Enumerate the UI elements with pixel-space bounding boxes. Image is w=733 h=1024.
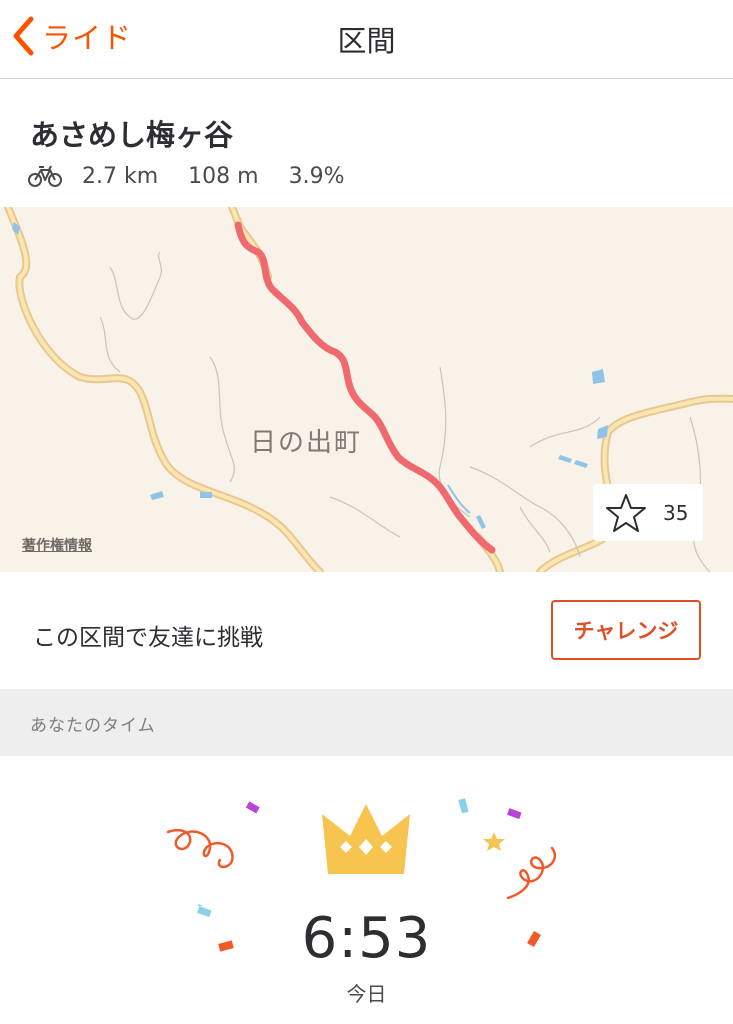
bike-icon (28, 165, 62, 187)
star-outline-icon (606, 493, 646, 532)
map-town-label: 日の出町 (250, 428, 363, 458)
challenge-button[interactable]: チャレンジ (551, 600, 701, 660)
personal-record-panel: 6:53 今日 (0, 756, 733, 1024)
segment-map[interactable]: 日の出町 著作権情報 35 (0, 207, 733, 572)
section-header-label: あなたのタイム (30, 716, 156, 736)
map-attribution-link[interactable]: 著作権情報 (22, 535, 92, 555)
challenge-row: この区間で友達に挑戦 チャレンジ (0, 572, 733, 689)
navigation-bar: ライド 区間 (0, 0, 733, 79)
segment-stats: 2.7 km 108 m 3.9% (28, 160, 374, 192)
star-count: 35 (663, 500, 689, 525)
segment-name: あさめし梅ヶ谷 (30, 118, 234, 152)
segment-elevation: 108 m (188, 163, 259, 189)
segment-time: 6:53 (301, 906, 432, 971)
challenge-text: この区間で友達に挑戦 (33, 625, 263, 651)
segment-time-date: 今日 (346, 982, 387, 1006)
segment-grade: 3.9% (288, 163, 345, 189)
your-time-section-header: あなたのタイム (0, 689, 733, 756)
segment-distance: 2.7 km (82, 163, 159, 189)
star-segment-button[interactable]: 35 (593, 484, 703, 541)
page-title: 区間 (337, 24, 396, 58)
